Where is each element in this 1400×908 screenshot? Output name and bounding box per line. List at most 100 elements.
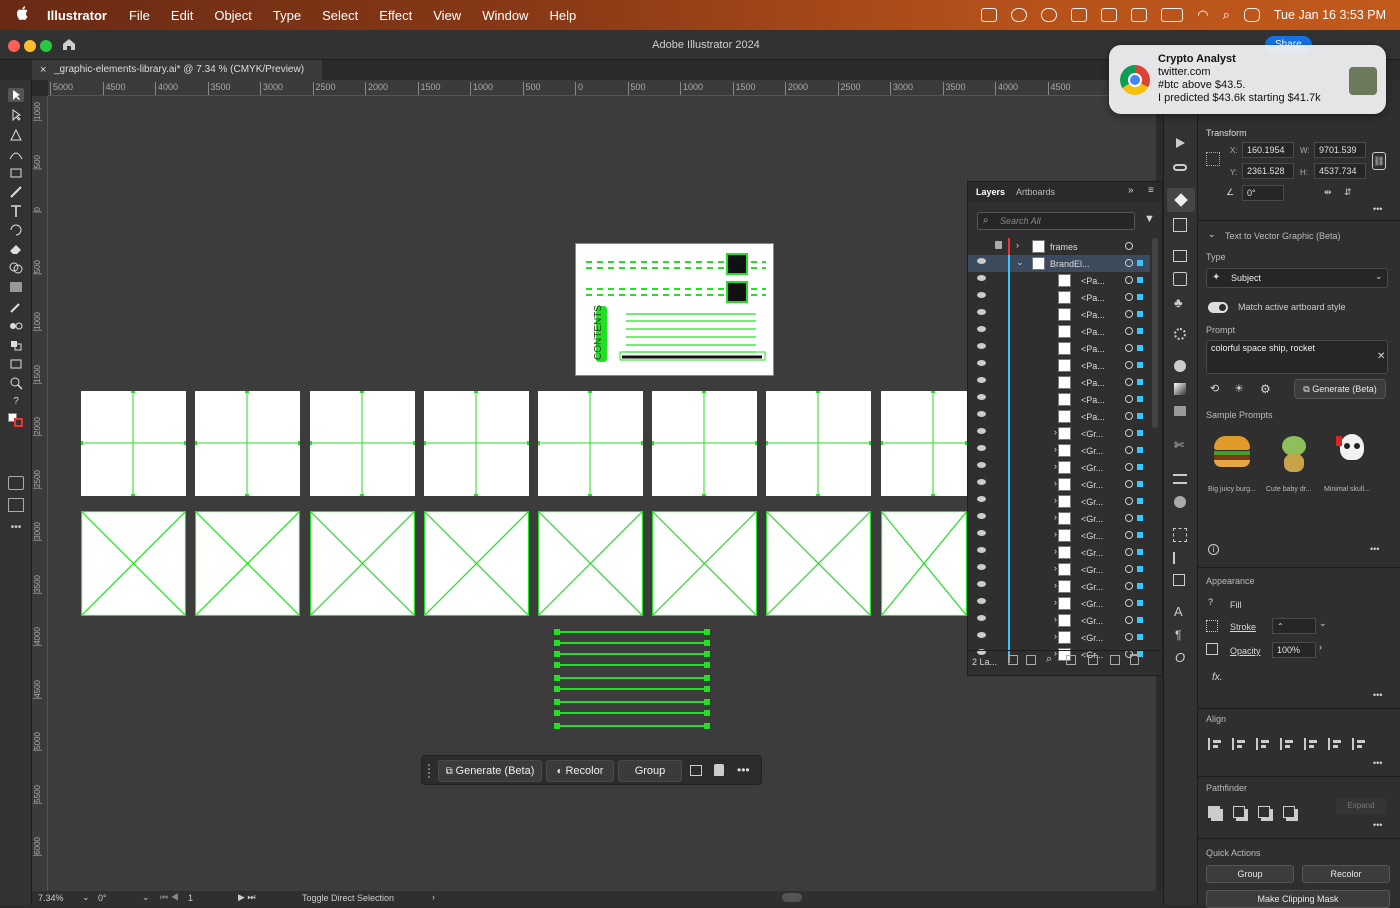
eye-icon[interactable]	[977, 462, 986, 468]
target-icon[interactable]	[1125, 480, 1133, 488]
chevron-right-icon[interactable]: ›	[1054, 631, 1057, 641]
trash-icon[interactable]	[1130, 654, 1139, 665]
anchor-point[interactable]	[704, 662, 710, 668]
eye-icon[interactable]	[977, 513, 986, 519]
quick-group-button[interactable]: Group	[1206, 865, 1294, 883]
fill-stroke-swatch-icon[interactable]	[8, 413, 24, 427]
new-layer-icon[interactable]	[1110, 655, 1120, 665]
unite-icon[interactable]	[1208, 806, 1220, 818]
cross-frame[interactable]	[879, 389, 969, 498]
x-frame[interactable]	[650, 509, 759, 618]
pen-tool-icon[interactable]	[8, 128, 24, 142]
anchor-point[interactable]	[554, 675, 560, 681]
notification-banner[interactable]: Crypto Analyst twitter.com #btc above $4…	[1109, 45, 1386, 114]
eye-icon[interactable]	[977, 564, 986, 570]
new-sublayer-icon[interactable]	[1088, 655, 1098, 665]
more-options-icon[interactable]: •••	[1373, 690, 1382, 700]
x-frame[interactable]	[79, 509, 188, 618]
battery-icon[interactable]	[1161, 8, 1184, 22]
align-vcenter-icon[interactable]	[1328, 738, 1342, 750]
settings-gear-icon[interactable]: ⚙	[1260, 382, 1271, 396]
layer-row[interactable]: <Pa...	[968, 357, 1150, 374]
selection-indicator[interactable]	[1137, 379, 1143, 385]
status-icon[interactable]	[981, 8, 998, 22]
transparency-icon[interactable]	[1174, 496, 1186, 508]
chevron-right-icon[interactable]: ›	[1054, 444, 1057, 454]
layer-row[interactable]: › <Gr...	[968, 561, 1150, 578]
target-icon[interactable]	[1125, 378, 1133, 386]
selection-indicator[interactable]	[1137, 260, 1143, 266]
target-icon[interactable]	[1125, 633, 1133, 641]
cross-frame[interactable]	[650, 389, 759, 498]
panel-menu-icon[interactable]: ≡	[1148, 185, 1154, 196]
visibility-off-icon[interactable]	[977, 241, 986, 247]
rectangle-tool-icon[interactable]	[8, 166, 24, 180]
filter-icon[interactable]: ▼	[1144, 213, 1155, 225]
screen-mode-icon[interactable]	[8, 498, 24, 512]
draw-mode-icon[interactable]	[8, 476, 24, 490]
creative-cloud-icon[interactable]	[1041, 8, 1058, 22]
constrain-proportions-icon[interactable]: ⛓	[1372, 152, 1386, 170]
menu-file[interactable]: File	[129, 8, 150, 23]
selection-indicator[interactable]	[1137, 515, 1143, 521]
layer-row[interactable]: › <Gr...	[968, 459, 1150, 476]
curvature-tool-icon[interactable]	[8, 147, 24, 161]
menu-select[interactable]: Select	[322, 8, 358, 23]
layer-row[interactable]: <Pa...	[968, 391, 1150, 408]
selection-indicator[interactable]	[1137, 311, 1143, 317]
x-frame[interactable]	[536, 509, 645, 618]
spotlight-icon[interactable]: ⌕	[1223, 7, 1230, 23]
clipping-mask-icon[interactable]	[1066, 655, 1076, 665]
arrange-icon[interactable]	[690, 765, 702, 776]
target-icon[interactable]	[1125, 310, 1133, 318]
eye-icon[interactable]	[977, 632, 986, 638]
graphic-styles-icon[interactable]	[1174, 360, 1186, 372]
target-icon[interactable]	[1125, 293, 1133, 301]
layer-row[interactable]: ⌄ BrandEl...	[968, 255, 1150, 272]
selection-indicator[interactable]	[1137, 396, 1143, 402]
fx-button[interactable]: fx.	[1212, 672, 1223, 683]
chevron-right-icon[interactable]: ›	[1054, 546, 1057, 556]
zoom-tool-icon[interactable]	[8, 376, 24, 390]
anchor-point[interactable]	[704, 675, 710, 681]
cross-frame[interactable]	[308, 389, 417, 498]
chevron-right-icon[interactable]: ›	[1054, 495, 1057, 505]
stroke-label[interactable]: Stroke	[1230, 622, 1256, 632]
target-icon[interactable]	[1125, 565, 1133, 573]
stepper-icon[interactable]: ⌃	[1277, 622, 1284, 631]
eyedropper-tool-icon[interactable]	[8, 300, 24, 314]
symbols-icon[interactable]: ♣	[1174, 295, 1183, 310]
eye-icon[interactable]	[977, 428, 986, 434]
layer-row[interactable]: › <Gr...	[968, 578, 1150, 595]
more-options-icon[interactable]: •••	[1370, 544, 1379, 554]
more-options-icon[interactable]: •••	[1373, 758, 1382, 768]
selection-indicator[interactable]	[1137, 532, 1143, 538]
target-icon[interactable]	[1125, 242, 1133, 250]
selection-indicator[interactable]	[1137, 634, 1143, 640]
cross-frame[interactable]	[79, 389, 188, 498]
target-icon[interactable]	[1125, 412, 1133, 420]
eye-icon[interactable]	[977, 530, 986, 536]
chevron-right-icon[interactable]: ›	[1054, 563, 1057, 573]
selection-indicator[interactable]	[1137, 362, 1143, 368]
eye-icon[interactable]	[977, 598, 986, 604]
brushes-icon[interactable]: ✄	[1174, 438, 1184, 452]
prompt-input[interactable]: colorful space ship, rocket ✕	[1206, 340, 1388, 374]
anchor-point[interactable]	[554, 699, 560, 705]
angle-field[interactable]: 0°	[1242, 185, 1284, 201]
links-icon[interactable]	[1173, 164, 1187, 171]
target-icon[interactable]	[1125, 582, 1133, 590]
close-tab-button[interactable]: ×	[40, 60, 46, 80]
eye-icon[interactable]	[977, 615, 986, 621]
t2v-generate-button[interactable]: ⧉ Generate (Beta)	[1294, 379, 1386, 399]
menu-window[interactable]: Window	[482, 8, 528, 23]
chevron-right-icon[interactable]: ›	[1054, 512, 1057, 522]
info-icon[interactable]: i	[1208, 544, 1219, 555]
y-field[interactable]: 2361.528	[1242, 163, 1294, 179]
h-field[interactable]: 4537.734	[1314, 163, 1366, 179]
asset-export-icon[interactable]	[1173, 272, 1187, 286]
more-options-icon[interactable]: •••	[1373, 820, 1382, 830]
chevron-right-icon[interactable]: ›	[1016, 240, 1019, 250]
x-frame[interactable]	[193, 509, 302, 618]
anchor-point[interactable]	[554, 640, 560, 646]
